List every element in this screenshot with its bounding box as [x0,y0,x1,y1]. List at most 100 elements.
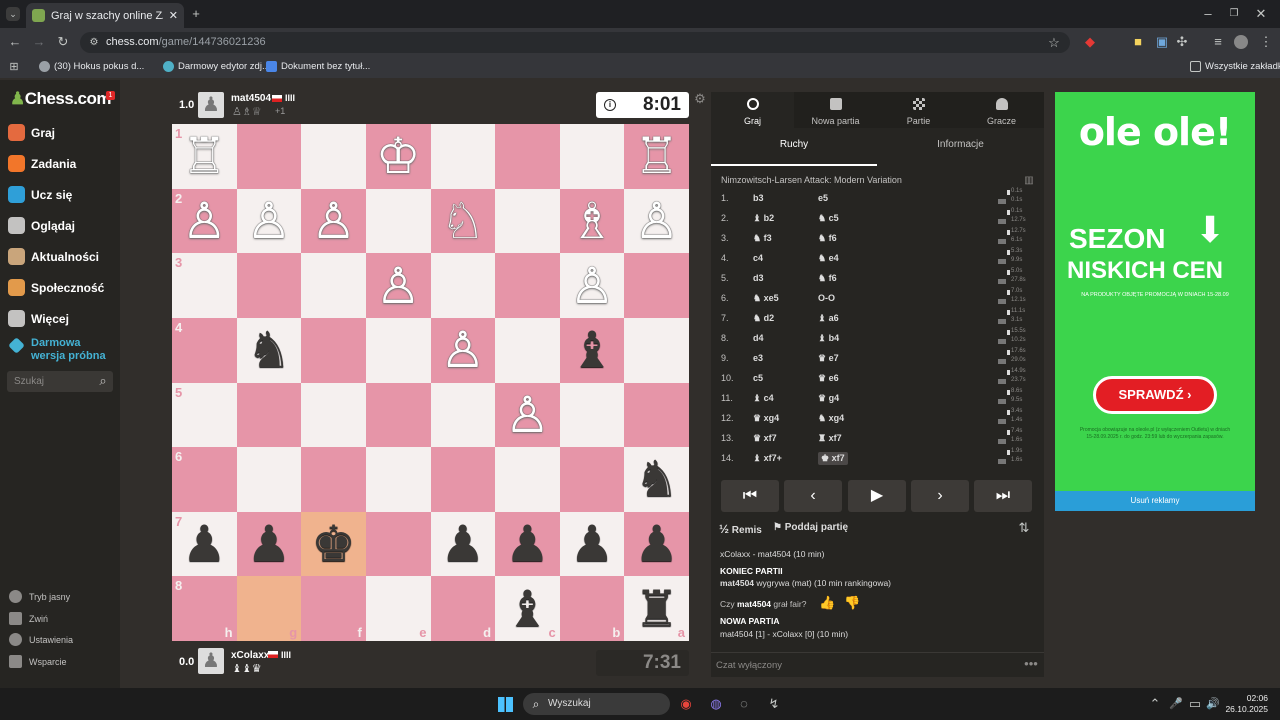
black-move[interactable]: ♞ e4 [818,253,839,264]
bookmark-1[interactable]: (30) Hokus pokus d... [39,61,144,72]
board-square[interactable]: g [236,576,302,641]
white-move[interactable]: ♝ c4 [753,393,774,404]
ad-cta-button[interactable]: SPRAWDŹ › [1093,376,1217,414]
board-square[interactable]: ♖ [624,124,689,189]
board-square[interactable] [624,317,689,383]
bookmark-3[interactable]: Dokument bez tytuł... [266,61,370,72]
search-input[interactable]: Szukaj ⌕ [7,371,113,392]
board-square[interactable]: ♞ [236,317,302,383]
draw-button[interactable]: ½ Remis [719,522,762,536]
board-square[interactable] [495,447,560,512]
bottom-player-avatar[interactable]: ♟ [198,648,224,674]
board-square[interactable] [430,447,496,512]
tab-new-game[interactable]: Nowa partia [794,92,877,128]
board-square[interactable] [430,124,496,189]
black-move[interactable]: ♞ c5 [818,213,839,224]
board-square[interactable]: ♟ [430,511,496,577]
tab-play[interactable]: Graj [711,92,794,128]
board-square[interactable]: 3 [172,253,237,318]
sidebar-item-4[interactable]: Aktualności [8,248,99,265]
board-square[interactable] [236,253,302,318]
thumbs-up-icon[interactable]: 👍 [819,596,835,610]
black-move[interactable]: ♛ e6 [818,373,839,384]
subtab-info[interactable]: Informacje [877,139,1044,150]
black-move[interactable]: e5 [818,193,828,203]
white-move[interactable]: ♛ xg4 [753,413,779,424]
board-square[interactable] [301,253,366,318]
last-move-button[interactable]: ⏭ [974,480,1032,512]
board-square[interactable] [495,253,560,318]
minimize-icon[interactable]: – [1200,7,1216,21]
close-tab-icon[interactable]: ✕ [169,9,178,22]
board-square[interactable]: ♙ 2 [172,188,237,254]
chess-piece[interactable]: ♙ [570,261,615,311]
back-icon[interactable]: ← [7,35,23,49]
board-square[interactable]: 5 [172,382,237,448]
board-square[interactable] [301,124,366,189]
maximize-icon[interactable]: ❐ [1226,7,1242,21]
board-square[interactable]: ♗ [559,188,625,254]
taskbar-search[interactable]: ⌕ Wyszukaj [523,693,670,715]
board-square[interactable]: ♚ [301,511,366,577]
white-move[interactable]: ♝ b2 [753,213,774,224]
reading-list-icon[interactable]: ≡ [1210,35,1226,49]
sidebar-item-5[interactable]: Społeczność [8,279,104,296]
sidebar-item-trial[interactable]: Darmowa wersja próbna [8,337,106,363]
chess-piece[interactable]: ♙ [247,196,292,246]
sidebar-item-1[interactable]: Zadania [8,155,76,172]
forward-icon[interactable]: → [31,35,47,49]
board-square[interactable] [365,317,431,383]
white-move[interactable]: b3 [753,193,764,203]
first-move-button[interactable]: ⏮ [721,480,779,512]
chess-piece[interactable]: ♙ [440,325,485,375]
profile-avatar-icon[interactable] [1234,35,1248,49]
board-square[interactable]: ♟ [495,511,560,577]
chess-piece[interactable]: ♙ [182,196,227,246]
board-square[interactable] [301,382,366,448]
app2-taskbar-icon[interactable]: ↯ [766,697,782,711]
top-player-avatar[interactable]: ♟ [198,92,224,118]
board-square[interactable] [559,447,625,512]
board-square[interactable] [495,124,560,189]
chess-board[interactable]: ♖ 1 ♔ ♖ ♙ 2 ♙ ♙ ♘ ♗ ♙ 3 ♙ ♙ 4 ♞ ♙ ♝ 5 ♙ 6 ♞ ♟ 7 ♟ ♚ ♟ ♟ ♟ ♟ 8 h g f e d ♝ c b ♜… [172,124,689,641]
black-move[interactable]: ♜ xf7 [818,433,842,444]
notification-badge[interactable]: 1 [106,91,115,100]
board-square[interactable]: ♘ [430,188,496,254]
light-mode-toggle[interactable]: Tryb jasny [9,590,70,603]
clock-tray[interactable]: 02:06 26.10.2025 [1222,693,1268,715]
chess-piece[interactable]: ♞ [634,454,679,504]
board-square[interactable] [559,382,625,448]
tab-players[interactable]: Gracze [960,92,1043,128]
new-tab-icon[interactable]: + [188,7,204,21]
apps-grid-icon[interactable]: ⊞ [6,60,22,74]
chess-piece[interactable]: ♟ [182,519,227,569]
chess-piece[interactable]: ♟ [505,519,550,569]
board-square[interactable]: ♝ c [495,576,560,641]
play-button[interactable]: ▶ [848,480,906,512]
black-move[interactable]: ♝ a6 [818,313,839,324]
board-square[interactable]: 4 [172,317,237,383]
black-move[interactable]: ♝ b4 [818,333,839,344]
support-link[interactable]: Wsparcie [9,655,67,668]
chat-more-icon[interactable]: ••• [1023,657,1039,671]
menu-dots-icon[interactable]: ⋮ [1258,35,1274,49]
tab-games[interactable]: Partie [877,92,960,128]
bottom-player-name[interactable]: xColaxx [231,650,269,661]
tab-search-icon[interactable]: ⌄ [6,7,20,21]
board-square[interactable]: e [365,576,431,641]
black-move[interactable]: ♞ xg4 [818,413,844,424]
board-square[interactable] [365,382,431,448]
extensions-icon[interactable]: ✣ [1174,35,1190,49]
board-settings-gear-icon[interactable]: ⚙ [692,92,708,106]
sidebar-item-6[interactable]: Więcej [8,310,69,327]
extension-yellow-icon[interactable]: ■ [1130,35,1146,49]
board-square[interactable]: ♙ [301,188,366,254]
chat-input[interactable]: Czat wyłączony [711,652,1044,677]
white-move[interactable]: e3 [753,353,763,363]
chess-piece[interactable]: ♙ [311,196,356,246]
board-square[interactable] [365,447,431,512]
discord-taskbar-icon[interactable]: ◍ [708,697,724,711]
chess-piece[interactable]: ♘ [440,196,485,246]
bookmark-2[interactable]: Darmowy edytor zdj... [163,61,270,72]
board-square[interactable] [495,317,560,383]
